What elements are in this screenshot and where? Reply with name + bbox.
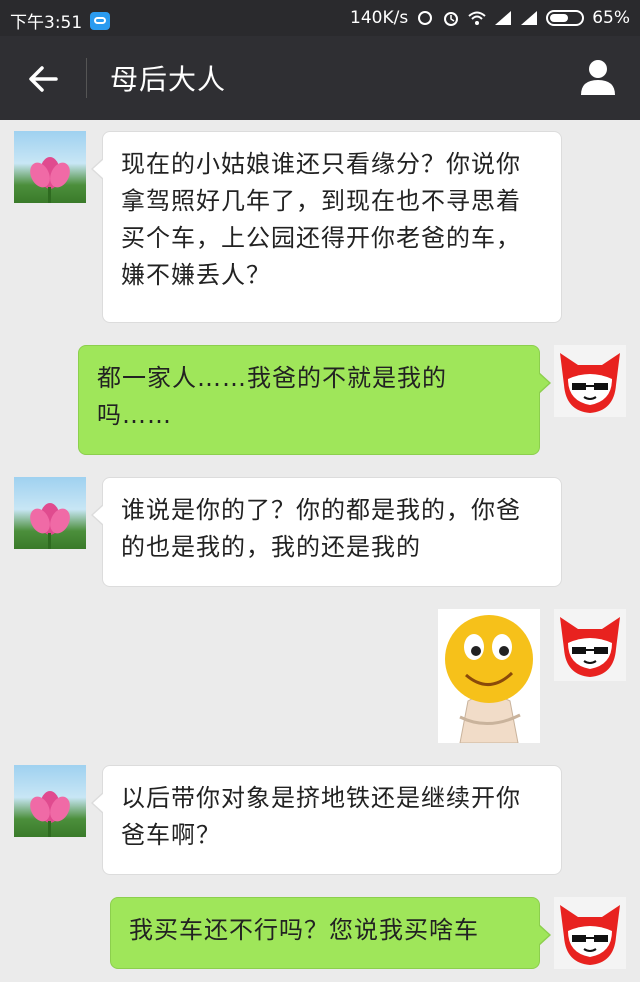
my-avatar[interactable] xyxy=(554,609,626,681)
message-bubble-incoming[interactable]: 谁说是你的了？你的都是我的，你爸的也是我的，我的还是我的 xyxy=(91,477,562,587)
chat-title: 母后大人 xyxy=(110,63,227,96)
cloud-icon xyxy=(90,11,111,30)
contact-avatar[interactable] xyxy=(14,765,86,837)
lotus-icon xyxy=(30,157,70,203)
signal-icon xyxy=(495,11,512,25)
message-bubble-outgoing[interactable]: 我买车还不行吗？您说我买啥车 xyxy=(110,897,551,969)
lotus-icon xyxy=(30,791,70,837)
message-text: 现在的小姑娘谁还只看缘分？你说你拿驾照好几年了，到现在也不寻思着买个车，上公园还… xyxy=(121,150,521,289)
sticker-message[interactable] xyxy=(438,609,540,744)
fox-icon xyxy=(560,905,620,965)
battery-level: 65% xyxy=(592,8,630,28)
lotus-icon xyxy=(30,503,70,549)
sync-icon xyxy=(418,11,433,25)
message-bubble-incoming[interactable]: 现在的小姑娘谁还只看缘分？你说你拿驾照好几年了，到现在也不寻思着买个车，上公园还… xyxy=(91,131,562,323)
message-text: 以后带你对象是挤地铁还是继续开你爸车啊？ xyxy=(121,784,521,849)
contact-avatar[interactable] xyxy=(14,131,86,203)
network-speed: 140K/s xyxy=(350,8,409,28)
my-avatar[interactable] xyxy=(554,897,626,969)
chat-header: 母后大人 xyxy=(0,36,640,120)
back-arrow-icon[interactable] xyxy=(26,62,60,96)
wifi-icon xyxy=(468,11,486,25)
message-text: 谁说是你的了？你的都是我的，你爸的也是我的，我的还是我的 xyxy=(121,496,521,561)
status-bar: 下午3:51 140K/s 65% xyxy=(0,0,640,36)
header-divider xyxy=(86,58,87,98)
contact-avatar[interactable] xyxy=(14,477,86,549)
signal-icon-2 xyxy=(521,11,538,25)
message-bubble-incoming[interactable]: 以后带你对象是挤地铁还是继续开你爸车啊？ xyxy=(91,765,562,875)
profile-icon[interactable] xyxy=(580,58,616,96)
smiley-arms-crossed-icon xyxy=(445,615,533,744)
fox-icon xyxy=(560,353,620,413)
battery-icon xyxy=(546,10,585,26)
my-avatar[interactable] xyxy=(554,345,626,417)
fox-icon xyxy=(560,617,620,677)
message-text: 我买车还不行吗？您说我买啥车 xyxy=(129,916,479,944)
message-text: 都一家人……我爸的不就是我的吗…… xyxy=(97,364,447,429)
status-time: 下午3:51 xyxy=(10,13,83,33)
alarm-icon xyxy=(444,12,459,26)
message-bubble-outgoing[interactable]: 都一家人……我爸的不就是我的吗…… xyxy=(78,345,551,455)
